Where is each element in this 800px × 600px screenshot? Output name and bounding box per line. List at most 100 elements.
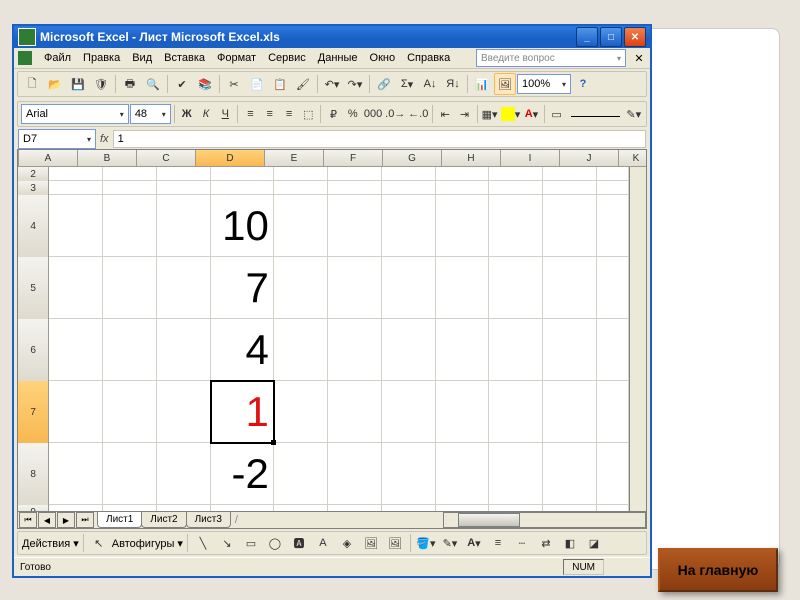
- cell-F4[interactable]: [328, 195, 382, 257]
- cell-E8[interactable]: [274, 443, 328, 505]
- cell-E7[interactable]: [274, 381, 328, 443]
- cell-C7[interactable]: [157, 381, 211, 443]
- paste-icon[interactable]: 📋: [269, 73, 291, 95]
- shadow-icon[interactable]: ◧: [559, 532, 581, 554]
- cell-A6[interactable]: [49, 319, 103, 381]
- cell-D3[interactable]: [211, 181, 274, 195]
- zoom-combo[interactable]: 100%▾: [517, 74, 571, 94]
- help-search[interactable]: Введите вопрос ▾: [476, 49, 626, 67]
- save-icon[interactable]: 💾: [67, 73, 89, 95]
- cell-F7[interactable]: [328, 381, 382, 443]
- col-header-H[interactable]: H: [442, 150, 501, 167]
- cell-H3[interactable]: [436, 181, 490, 195]
- sheet-tab-Лист2[interactable]: Лист2: [141, 512, 186, 528]
- cell-H8[interactable]: [436, 443, 490, 505]
- chart-icon[interactable]: 📊: [471, 73, 493, 95]
- rectangle-icon[interactable]: ▭: [240, 532, 262, 554]
- redo-icon[interactable]: ↷▾: [344, 73, 366, 95]
- cell-F8[interactable]: [328, 443, 382, 505]
- row-header-6[interactable]: 6: [18, 319, 49, 382]
- menu-справка[interactable]: Справка: [401, 52, 456, 64]
- permission-icon[interactable]: 🛡: [90, 73, 112, 95]
- arrow-style-icon[interactable]: ⇄: [535, 532, 557, 554]
- cell-K4[interactable]: [597, 195, 629, 257]
- research-icon[interactable]: 📚: [194, 73, 216, 95]
- autosum-icon[interactable]: Σ▾: [396, 73, 418, 95]
- col-header-G[interactable]: G: [383, 150, 442, 167]
- cell-B4[interactable]: [103, 195, 157, 257]
- print-icon[interactable]: 🖶: [119, 73, 141, 95]
- col-header-C[interactable]: C: [137, 150, 196, 167]
- line-color-draw-icon[interactable]: ✎▾: [439, 532, 461, 554]
- cell-D4[interactable]: 10: [211, 195, 274, 257]
- inc-decimal-icon[interactable]: .0→: [384, 103, 406, 125]
- cell-G2[interactable]: [382, 167, 436, 181]
- line-style-icon[interactable]: ≡: [487, 532, 509, 554]
- cell-K5[interactable]: [597, 257, 629, 319]
- inc-indent-icon[interactable]: ⇥: [455, 103, 473, 125]
- cell-E6[interactable]: [274, 319, 328, 381]
- titlebar[interactable]: Microsoft Excel - Лист Microsoft Excel.x…: [14, 26, 650, 48]
- menu-окно[interactable]: Окно: [364, 52, 402, 64]
- row-header-8[interactable]: 8: [18, 443, 49, 506]
- fill-color-icon[interactable]: ▾: [500, 103, 522, 125]
- cell-K2[interactable]: [597, 167, 629, 181]
- col-header-K[interactable]: K: [619, 150, 647, 167]
- font-size-combo[interactable]: 48▾: [130, 104, 171, 124]
- align-left-icon[interactable]: ≡: [241, 103, 259, 125]
- col-header-E[interactable]: E: [265, 150, 324, 167]
- cell-E3[interactable]: [274, 181, 328, 195]
- select-objects-icon[interactable]: ↖: [88, 532, 110, 554]
- cell-B5[interactable]: [103, 257, 157, 319]
- cell-J2[interactable]: [543, 167, 597, 181]
- maximize-button[interactable]: □: [600, 27, 622, 47]
- cell-I8[interactable]: [489, 443, 543, 505]
- formula-input[interactable]: 1: [113, 130, 646, 148]
- cell-D2[interactable]: [211, 167, 274, 181]
- hyperlink-icon[interactable]: 🔗: [373, 73, 395, 95]
- cell-I2[interactable]: [489, 167, 543, 181]
- cell-H4[interactable]: [436, 195, 490, 257]
- cell-H6[interactable]: [436, 319, 490, 381]
- format-painter-icon[interactable]: 🖌: [292, 73, 314, 95]
- cell-C2[interactable]: [157, 167, 211, 181]
- cell-D8[interactable]: -2: [211, 443, 274, 505]
- cell-J5[interactable]: [543, 257, 597, 319]
- fill-color-draw-icon[interactable]: 🪣▾: [415, 532, 437, 554]
- cell-A7[interactable]: [49, 381, 103, 443]
- cell-H5[interactable]: [436, 257, 490, 319]
- cell-A3[interactable]: [49, 181, 103, 195]
- cell-J8[interactable]: [543, 443, 597, 505]
- col-header-B[interactable]: B: [78, 150, 137, 167]
- cell-J4[interactable]: [543, 195, 597, 257]
- cell-B6[interactable]: [103, 319, 157, 381]
- undo-icon[interactable]: ↶▾: [321, 73, 343, 95]
- cell-H7[interactable]: [436, 381, 490, 443]
- row-header-5[interactable]: 5: [18, 257, 49, 320]
- menu-данные[interactable]: Данные: [312, 52, 364, 64]
- cell-F3[interactable]: [328, 181, 382, 195]
- cell-K8[interactable]: [597, 443, 629, 505]
- cell-C8[interactable]: [157, 443, 211, 505]
- row-header-2[interactable]: 2: [18, 167, 49, 182]
- line-style-picker[interactable]: [571, 112, 620, 117]
- cell-I6[interactable]: [489, 319, 543, 381]
- cell-A4[interactable]: [49, 195, 103, 257]
- new-icon[interactable]: 🗋: [21, 73, 43, 95]
- cell-E4[interactable]: [274, 195, 328, 257]
- line-color-icon[interactable]: ✎▾: [625, 103, 643, 125]
- cell-K6[interactable]: [597, 319, 629, 381]
- open-icon[interactable]: 📂: [44, 73, 66, 95]
- currency-icon[interactable]: ₽: [324, 103, 342, 125]
- sort-desc-icon[interactable]: Я↓: [442, 73, 464, 95]
- textbox-icon[interactable]: 🅰: [288, 532, 310, 554]
- menu-вид[interactable]: Вид: [126, 52, 158, 64]
- autoshapes-menu[interactable]: Автофигуры ▾: [112, 537, 183, 550]
- cell-C4[interactable]: [157, 195, 211, 257]
- col-header-I[interactable]: I: [501, 150, 560, 167]
- align-right-icon[interactable]: ≡: [280, 103, 298, 125]
- percent-icon[interactable]: %: [344, 103, 362, 125]
- cell-B3[interactable]: [103, 181, 157, 195]
- col-header-J[interactable]: J: [560, 150, 619, 167]
- help-icon[interactable]: ?: [572, 73, 594, 95]
